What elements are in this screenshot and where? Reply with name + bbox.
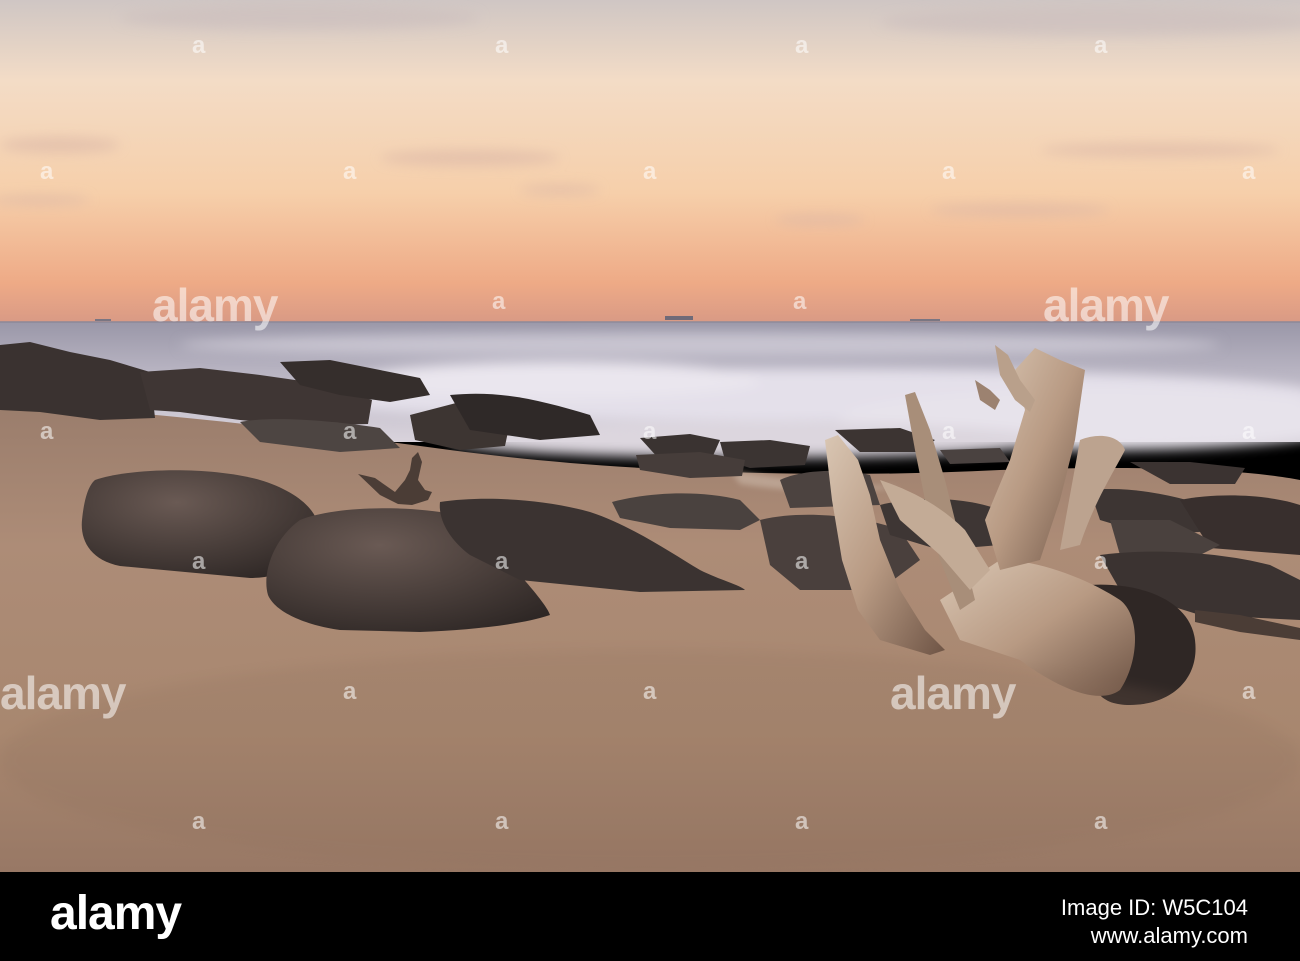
sand-shadow: [0, 650, 1300, 870]
footer-bar: alamy Image ID: W5C104 www.alamy.com: [0, 872, 1300, 961]
sky: [0, 0, 1300, 322]
stock-photo-page: alamy alamy alamy alamy a a a a a a a a …: [0, 0, 1300, 961]
ship-silhouette: [910, 319, 940, 321]
footer-info: Image ID: W5C104 www.alamy.com: [1061, 894, 1248, 950]
ship-silhouette: [95, 319, 111, 321]
site-link[interactable]: www.alamy.com: [1061, 922, 1248, 950]
image-id-label: Image ID: W5C104: [1060, 895, 1248, 920]
footer-logo[interactable]: alamy: [50, 890, 182, 938]
ship-silhouette: [665, 316, 693, 320]
beach-sunrise-photo: alamy alamy alamy alamy a a a a a a a a …: [0, 0, 1300, 872]
beach-scene: [0, 0, 1300, 872]
